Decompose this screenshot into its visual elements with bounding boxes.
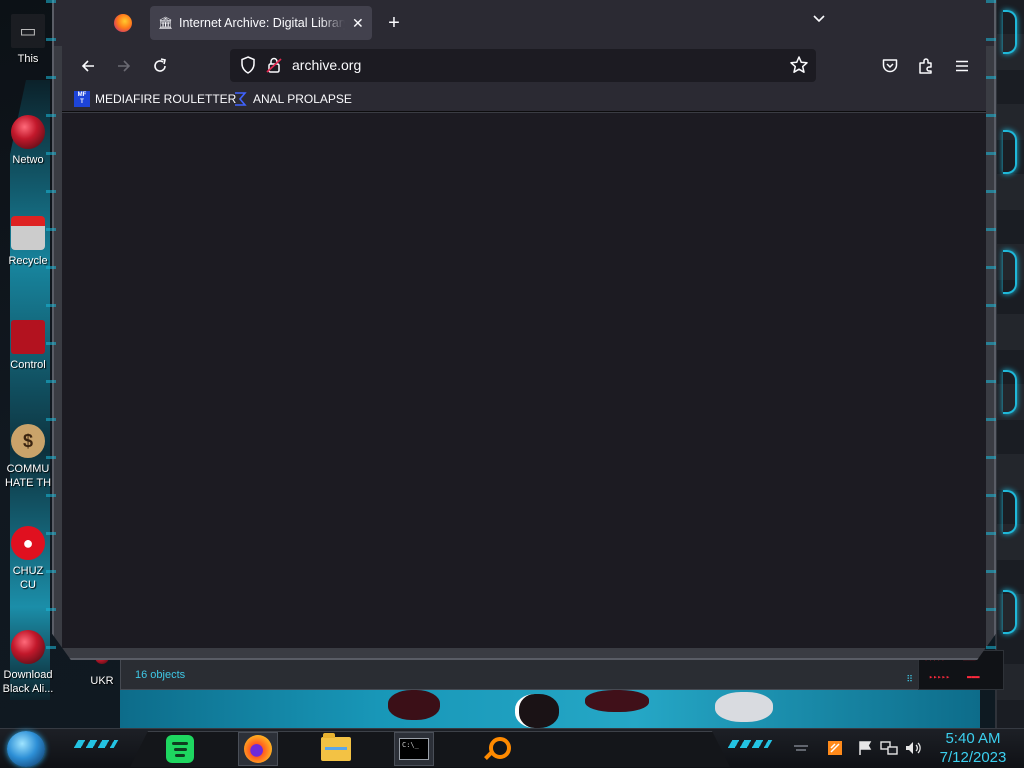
tab-title: Internet Archive: Digital Library bbox=[179, 16, 345, 30]
bookmark-label: MEDIAFIRE ROULETTER bbox=[95, 92, 237, 106]
taskbar-accent bbox=[727, 740, 773, 748]
firefox-icon bbox=[244, 735, 272, 763]
taskbar-app-command-prompt[interactable]: C:\_ bbox=[394, 732, 434, 766]
tab-strip: 🏛 Internet Archive: Digital Library ✕ + bbox=[54, 0, 994, 46]
taskbar-app-search[interactable] bbox=[474, 732, 514, 766]
widget-decor: ▬▬▬ bbox=[967, 673, 980, 681]
network-tray-icon[interactable] bbox=[880, 739, 898, 757]
folder-icon bbox=[321, 733, 351, 761]
url-bar[interactable]: archive.org bbox=[230, 49, 816, 82]
bookmark-label: ANAL PROLAPSE bbox=[253, 92, 352, 106]
taskbar: C:\_ 5:40 AM 7/12/2023 bbox=[0, 728, 1024, 768]
browser-window[interactable]: 🏛 Internet Archive: Digital Library ✕ + … bbox=[52, 0, 996, 660]
bookmark-mediafire-rouletter[interactable]: MF T MEDIAFIRE ROULETTER bbox=[74, 90, 236, 108]
volume-icon[interactable] bbox=[904, 739, 922, 757]
computer-icon: ▭ bbox=[11, 14, 45, 48]
wallpaper-art-shape bbox=[585, 690, 649, 712]
firefox-logo-icon[interactable] bbox=[114, 14, 132, 32]
red-character-icon: ● bbox=[11, 526, 45, 560]
taskbar-app-firefox[interactable] bbox=[238, 732, 278, 766]
wallpaper-art-shape bbox=[715, 692, 773, 722]
tab-internet-archive[interactable]: 🏛 Internet Archive: Digital Library ✕ bbox=[150, 6, 372, 40]
taskbar-clock[interactable]: 5:40 AM 7/12/2023 bbox=[928, 729, 1018, 767]
hamburger-menu-icon[interactable] bbox=[948, 52, 976, 80]
desktop-icon-label: Download Black Ali... bbox=[2, 669, 54, 695]
taskbar-accent bbox=[73, 740, 119, 748]
tab-list-chevron-icon[interactable] bbox=[809, 12, 829, 32]
wallpaper-art-shape bbox=[388, 690, 440, 720]
insecure-lock-icon[interactable] bbox=[264, 55, 284, 75]
bookmark-anal-prolapse[interactable]: ANAL PROLAPSE bbox=[232, 90, 352, 108]
new-tab-button[interactable]: + bbox=[384, 12, 404, 34]
back-button[interactable] bbox=[74, 52, 102, 80]
magnifier-icon bbox=[481, 736, 511, 762]
navigation-toolbar: archive.org bbox=[62, 46, 986, 86]
bookmarks-toolbar: MF T MEDIAFIRE ROULETTER ANAL PROLAPSE bbox=[62, 86, 986, 112]
pocket-button[interactable] bbox=[876, 52, 904, 80]
wallpaper-cyan-stripe bbox=[10, 80, 50, 700]
frame-glow bbox=[1003, 250, 1017, 294]
bookmark-star-icon[interactable] bbox=[788, 54, 810, 76]
control-panel-icon bbox=[11, 320, 45, 354]
taskbar-app-file-explorer[interactable] bbox=[316, 732, 356, 766]
reload-button[interactable] bbox=[146, 52, 174, 80]
frame-glow bbox=[1003, 490, 1017, 534]
show-hidden-icons-chevron-icon[interactable] bbox=[792, 739, 810, 757]
widget-decor: ▸▸▸▸▸ bbox=[929, 673, 951, 681]
action-center-flag-icon[interactable] bbox=[856, 739, 874, 757]
clock-date: 7/12/2023 bbox=[939, 749, 1007, 766]
frame-glow bbox=[1003, 10, 1017, 54]
window-edge-decor bbox=[46, 0, 56, 655]
taskbar-app-spotify[interactable] bbox=[160, 732, 200, 766]
wallpaper-right-frame bbox=[995, 0, 1024, 728]
tracking-protection-shield-icon[interactable] bbox=[238, 55, 258, 75]
mediafire-favicon-icon: MF T bbox=[74, 91, 90, 107]
window-edge-decor bbox=[986, 0, 996, 655]
desktop-icon-label: UKR bbox=[90, 675, 114, 687]
clock-time: 5:40 AM bbox=[945, 730, 1001, 747]
network-icon bbox=[11, 115, 45, 149]
frame-glow bbox=[1003, 590, 1017, 634]
download-icon bbox=[11, 630, 45, 664]
spotify-icon bbox=[166, 735, 194, 763]
frame-glow bbox=[1003, 370, 1017, 414]
resize-grip-icon[interactable]: ⠿ bbox=[906, 674, 913, 685]
url-text: archive.org bbox=[292, 57, 362, 73]
money-bag-icon: $ bbox=[11, 424, 45, 458]
start-button[interactable] bbox=[7, 731, 45, 767]
explorer-status-text: 16 objects bbox=[135, 669, 186, 681]
extensions-button[interactable] bbox=[912, 52, 940, 80]
tray-app-icon[interactable] bbox=[826, 739, 844, 757]
page-content-area[interactable] bbox=[62, 113, 986, 648]
command-prompt-icon: C:\_ bbox=[399, 738, 429, 760]
archive-columns-icon: 🏛 bbox=[158, 16, 174, 30]
forward-button[interactable] bbox=[110, 52, 138, 80]
wallpaper-art-shape bbox=[515, 694, 559, 728]
recycle-bin-icon bbox=[11, 216, 45, 250]
close-tab-icon[interactable]: ✕ bbox=[352, 15, 364, 32]
sigma-favicon-icon bbox=[232, 91, 248, 107]
frame-glow bbox=[1003, 130, 1017, 174]
